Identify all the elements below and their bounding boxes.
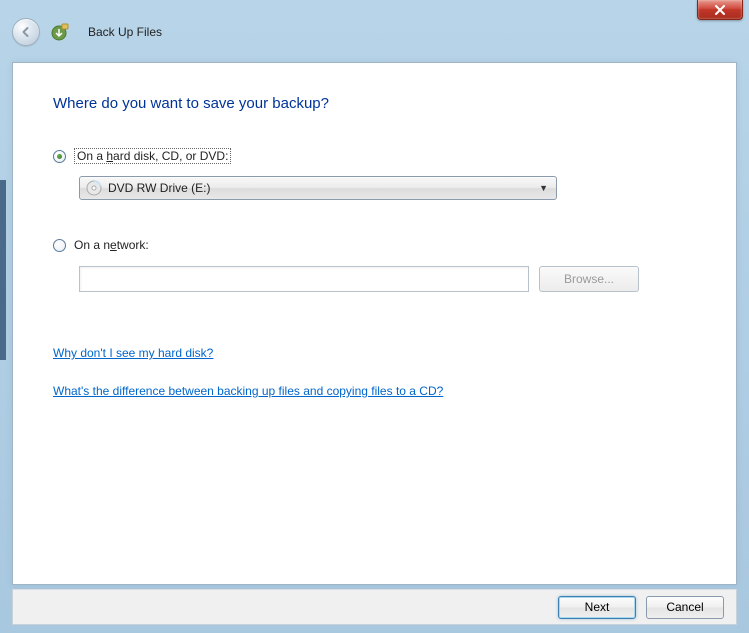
radio-hard-disk[interactable]: [53, 150, 66, 163]
back-arrow-icon: [19, 25, 33, 39]
page-heading: Where do you want to save your backup?: [53, 95, 696, 112]
backup-icon: [50, 22, 70, 42]
link-why-no-hard-disk[interactable]: Why don't I see my hard disk?: [53, 346, 213, 360]
link-backup-vs-copy[interactable]: What's the difference between backing up…: [53, 384, 443, 398]
disc-icon: [86, 180, 102, 196]
cancel-button[interactable]: Cancel: [646, 596, 724, 619]
drive-dropdown-value: DVD RW Drive (E:): [108, 181, 539, 195]
help-links: Why don't I see my hard disk? What's the…: [53, 346, 696, 398]
wizard-header: Back Up Files: [12, 14, 737, 50]
radio-hard-disk-label[interactable]: On a hard disk, CD, or DVD:: [74, 148, 231, 164]
close-icon: [714, 5, 726, 15]
option-hard-disk[interactable]: On a hard disk, CD, or DVD:: [53, 148, 696, 164]
browse-button: Browse...: [539, 266, 639, 292]
back-button[interactable]: [12, 18, 40, 46]
footer: Next Cancel: [12, 589, 737, 625]
drive-dropdown[interactable]: DVD RW Drive (E:) ▼: [79, 176, 557, 200]
chevron-down-icon: ▼: [539, 183, 548, 193]
network-path-input[interactable]: [79, 266, 529, 292]
next-button[interactable]: Next: [558, 596, 636, 619]
radio-network-label[interactable]: On a network:: [74, 238, 149, 252]
background-decoration: [0, 180, 6, 360]
wizard-title: Back Up Files: [88, 25, 162, 39]
radio-network[interactable]: [53, 239, 66, 252]
content-panel: Where do you want to save your backup? O…: [12, 62, 737, 585]
option-network[interactable]: On a network:: [53, 238, 696, 252]
